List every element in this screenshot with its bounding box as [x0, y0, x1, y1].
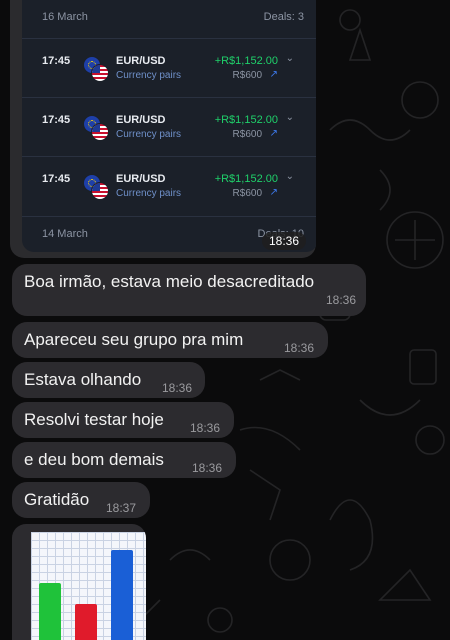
arrow-up-right-icon: ↗ — [269, 69, 278, 80]
message-bubble[interactable]: Resolvi testar hoje 18:36 — [12, 402, 234, 438]
trade-profit: +R$1,152.00 — [214, 173, 278, 185]
graph-bar — [111, 550, 133, 640]
trade-time: 17:45 — [42, 173, 71, 185]
message-timestamp: 18:36 — [162, 381, 193, 395]
chevron-down-icon: ⌄ — [285, 53, 294, 64]
trade-type: Currency pairs — [116, 188, 182, 199]
trade-row: 17:45 EUR/USD Currency pairs +R$1,152.00… — [22, 38, 316, 97]
deals-count: Deals: 3 — [263, 11, 304, 23]
arrow-up-right-icon: ↗ — [269, 187, 278, 198]
trade-time: 17:45 — [42, 114, 71, 126]
message-bubble[interactable]: e deu bom demais 18:36 — [12, 442, 236, 478]
trade-amount: R$600 — [232, 188, 262, 199]
message-text: Estava olhando — [24, 370, 142, 389]
trade-profit: +R$1,152.00 — [214, 55, 278, 67]
trade-type: Currency pairs — [116, 129, 182, 140]
message-timestamp: 18:36 — [192, 461, 223, 475]
trade-amount: R$600 — [232, 70, 262, 81]
message-text: e deu bom demais — [24, 450, 164, 469]
date-header: 16 March Deals: 3 — [22, 0, 316, 34]
arrow-up-right-icon: ↗ — [269, 128, 278, 139]
message-timestamp: 18:36 — [284, 341, 315, 355]
message-bubble[interactable]: Estava olhando 18:36 — [12, 362, 205, 398]
message-timestamp: 18:37 — [106, 501, 137, 515]
trade-pair: EUR/USD — [116, 173, 166, 185]
trade-type: Currency pairs — [116, 70, 182, 81]
message-text: Resolvi testar hoje — [24, 410, 164, 429]
eur-usd-flags-icon — [84, 116, 110, 142]
trade-row: 17:45 EUR/USD Currency pairs +R$1,152.00… — [22, 156, 316, 215]
date-label: 16 March — [42, 11, 88, 23]
trade-time: 17:45 — [42, 55, 71, 67]
trade-pair: EUR/USD — [116, 55, 166, 67]
message-bubble[interactable]: Apareceu seu grupo pra mim 18:36 — [12, 322, 328, 358]
trade-history-screenshot: 16 March Deals: 3 17:45 EUR/USD Currency… — [22, 0, 316, 252]
trade-amount: R$600 — [232, 129, 262, 140]
date-label: 14 March — [42, 228, 88, 240]
trade-row: 17:45 EUR/USD Currency pairs +R$1,152.00… — [22, 97, 316, 156]
trade-pair: EUR/USD — [116, 114, 166, 126]
message-text: Apareceu seu grupo pra mim — [24, 330, 244, 349]
graph-bar — [75, 604, 97, 640]
bar-graph-image — [31, 532, 146, 640]
eur-usd-flags-icon — [84, 57, 110, 83]
chevron-down-icon: ⌄ — [285, 112, 294, 123]
image-message-bubble[interactable] — [12, 524, 146, 640]
message-text: Boa irmão, estava meio desacreditado — [24, 272, 315, 291]
graph-bar — [39, 583, 61, 640]
message-timestamp: 18:36 — [190, 421, 221, 435]
trade-profit: +R$1,152.00 — [214, 114, 278, 126]
image-message-bubble[interactable]: 16 March Deals: 3 17:45 EUR/USD Currency… — [10, 0, 316, 258]
eur-usd-flags-icon — [84, 175, 110, 201]
message-timestamp: 18:36 — [325, 293, 356, 307]
message-bubble[interactable]: Boa irmão, estava meio desacreditado 18:… — [12, 264, 366, 316]
chevron-down-icon: ⌄ — [285, 171, 294, 182]
message-bubble[interactable]: Gratidão 18:37 — [12, 482, 150, 518]
message-text: Gratidão — [24, 490, 90, 509]
message-timestamp: 18:36 — [262, 232, 307, 250]
